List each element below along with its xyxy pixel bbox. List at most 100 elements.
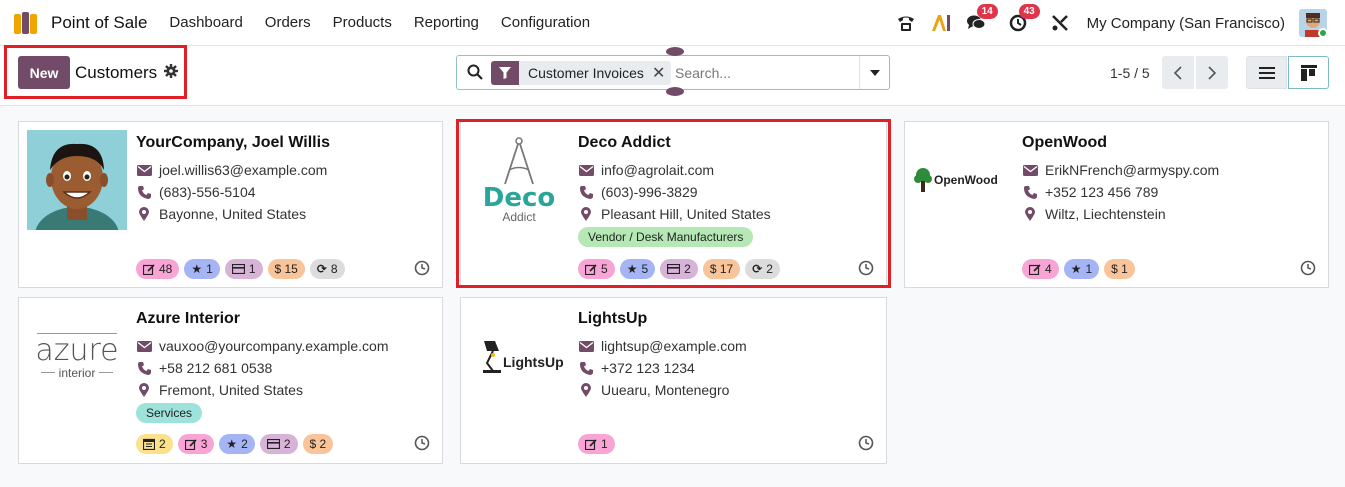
pager-next-button[interactable] <box>1196 56 1228 89</box>
search-bar[interactable]: Customer Invoices ✕ <box>456 55 890 90</box>
control-panel: New Customers Customer Invoices ✕ 1-5 / … <box>0 45 1345 106</box>
stat-sales[interactable]: $ 15 <box>267 259 305 279</box>
customer-phone-row: +58 212 681 0538 <box>136 360 272 376</box>
pos-app-icon[interactable] <box>14 11 42 34</box>
map-marker-icon <box>136 207 152 221</box>
search-input[interactable] <box>675 62 855 84</box>
customer-email: lightsup@example.com <box>601 338 747 354</box>
customer-phone: (683)-556-5104 <box>159 184 256 200</box>
resize-handle-bottom[interactable] <box>666 87 684 96</box>
clock-icon[interactable] <box>414 435 430 451</box>
menu-configuration[interactable]: Configuration <box>501 14 590 31</box>
stat-invoices[interactable]: 1 <box>578 434 615 454</box>
close-icon[interactable]: ✕ <box>652 63 671 83</box>
customer-location-row: Uuearu, Montenegro <box>578 382 729 398</box>
customer-card[interactable]: YourCompany, Joel Willis joel.willis63@e… <box>18 121 443 288</box>
chevron-right-icon <box>1208 65 1216 80</box>
menu-orders[interactable]: Orders <box>265 14 311 31</box>
search-icon[interactable] <box>467 64 483 83</box>
map-marker-icon <box>136 383 152 397</box>
menu-dashboard[interactable]: Dashboard <box>169 14 242 31</box>
clock-icon[interactable] <box>858 435 874 451</box>
pager-value[interactable]: 1-5 / 5 <box>1110 65 1150 81</box>
messages-badge: 14 <box>976 4 998 19</box>
edit-icon <box>184 438 197 450</box>
customer-card[interactable]: OpenWood OpenWood ErikNFrench@armyspy.co… <box>904 121 1329 288</box>
page-title: Customers <box>75 63 158 82</box>
customer-name: Azure Interior <box>136 310 241 327</box>
stat-rating[interactable]: ★ 1 <box>1063 259 1100 279</box>
app-name[interactable]: Point of Sale <box>51 13 147 33</box>
logo-text: LightsUp <box>503 354 564 370</box>
customer-card[interactable]: LightsUp LightsUp lightsup@example.com +… <box>460 297 887 464</box>
stat-sales[interactable]: $ 2 <box>302 434 334 454</box>
tree-logo-icon <box>914 168 932 192</box>
ai-icon[interactable] <box>931 12 953 34</box>
menu-reporting[interactable]: Reporting <box>414 14 479 31</box>
customer-logo: azure interior <box>27 306 127 406</box>
logo-main-text: azure <box>35 332 119 368</box>
star-icon: ★ <box>1070 262 1082 276</box>
star-icon: ★ <box>191 262 203 276</box>
stat-invoices[interactable]: 48 <box>136 259 180 279</box>
credit-card-icon <box>231 264 245 274</box>
refresh-icon: ⟳ <box>316 262 327 276</box>
customer-logo: LightsUp <box>469 306 569 406</box>
chevron-left-icon <box>1174 65 1182 80</box>
caret-down-icon <box>869 69 880 76</box>
clock-icon[interactable] <box>414 260 430 276</box>
customer-location-row: Bayonne, United States <box>136 206 306 222</box>
customer-phone-row: (683)-556-5104 <box>136 184 256 200</box>
main-menu: Dashboard Orders Products Reporting Conf… <box>169 14 590 31</box>
search-options-toggle[interactable] <box>859 56 889 89</box>
customer-email-row: joel.willis63@example.com <box>136 162 327 178</box>
customer-email: joel.willis63@example.com <box>159 162 328 178</box>
stat-payments[interactable]: 2 <box>259 434 298 454</box>
stat-rating[interactable]: ★ 1 <box>184 259 220 279</box>
customer-name: YourCompany, Joel Willis <box>136 134 330 151</box>
stat-rating[interactable]: ★ 2 <box>219 434 255 454</box>
customer-email-row: ErikNFrench@armyspy.com <box>1022 162 1219 178</box>
systray: 14 43 My Company (San Francisco) <box>895 0 1345 46</box>
customer-name: OpenWood <box>1022 134 1108 151</box>
gear-icon[interactable] <box>164 64 178 82</box>
customer-card[interactable]: azure interior Azure Interior vauxoo@you… <box>18 297 443 464</box>
stat-meetings[interactable]: 2 <box>136 434 173 454</box>
customer-location-row: Fremont, United States <box>136 382 303 398</box>
company-switcher[interactable]: My Company (San Francisco) <box>1087 15 1285 32</box>
customer-location-row: Wiltz, Liechtenstein <box>1022 206 1166 222</box>
list-icon <box>1258 66 1275 79</box>
logo-text: OpenWood <box>934 173 998 187</box>
envelope-icon <box>136 164 152 176</box>
filter-facet-label: Customer Invoices <box>528 65 644 81</box>
customer-phone: +352 123 456 789 <box>1045 184 1159 200</box>
stat-payments[interactable]: 1 <box>224 259 263 279</box>
tools-icon[interactable] <box>1049 12 1071 34</box>
star-icon: ★ <box>226 437 238 451</box>
menu-products[interactable]: Products <box>333 14 392 31</box>
pager-previous-button[interactable] <box>1162 56 1194 89</box>
map-marker-icon <box>1022 207 1038 221</box>
activities-badge: 43 <box>1018 4 1040 19</box>
edit-icon <box>1029 263 1041 275</box>
stat-sales[interactable]: $ 1 <box>1104 259 1135 279</box>
customer-location: Bayonne, United States <box>159 206 307 222</box>
kanban-view-button[interactable] <box>1288 56 1329 89</box>
credit-card-icon <box>266 439 280 449</box>
clock-icon[interactable] <box>1300 260 1316 276</box>
new-button[interactable]: New <box>18 56 70 89</box>
stat-invoices[interactable]: 4 <box>1022 259 1059 279</box>
customer-phone-row: +352 123 456 789 <box>1022 184 1158 200</box>
category-tag: Services <box>136 403 203 423</box>
list-view-button[interactable] <box>1246 56 1287 89</box>
user-avatar[interactable] <box>1299 9 1327 37</box>
filter-icon <box>491 61 519 85</box>
messages-icon[interactable]: 14 <box>965 4 998 34</box>
online-status-dot <box>1318 28 1327 37</box>
phone-icon[interactable] <box>895 12 917 34</box>
stat-invoices[interactable]: 3 <box>177 434 215 454</box>
customer-stats: 4 ★ 1 $ 1 <box>1022 259 1135 279</box>
stat-subscriptions[interactable]: ⟳ 8 <box>309 259 345 279</box>
activities-icon[interactable]: 43 <box>1007 4 1040 34</box>
resize-handle-top[interactable] <box>666 47 684 56</box>
